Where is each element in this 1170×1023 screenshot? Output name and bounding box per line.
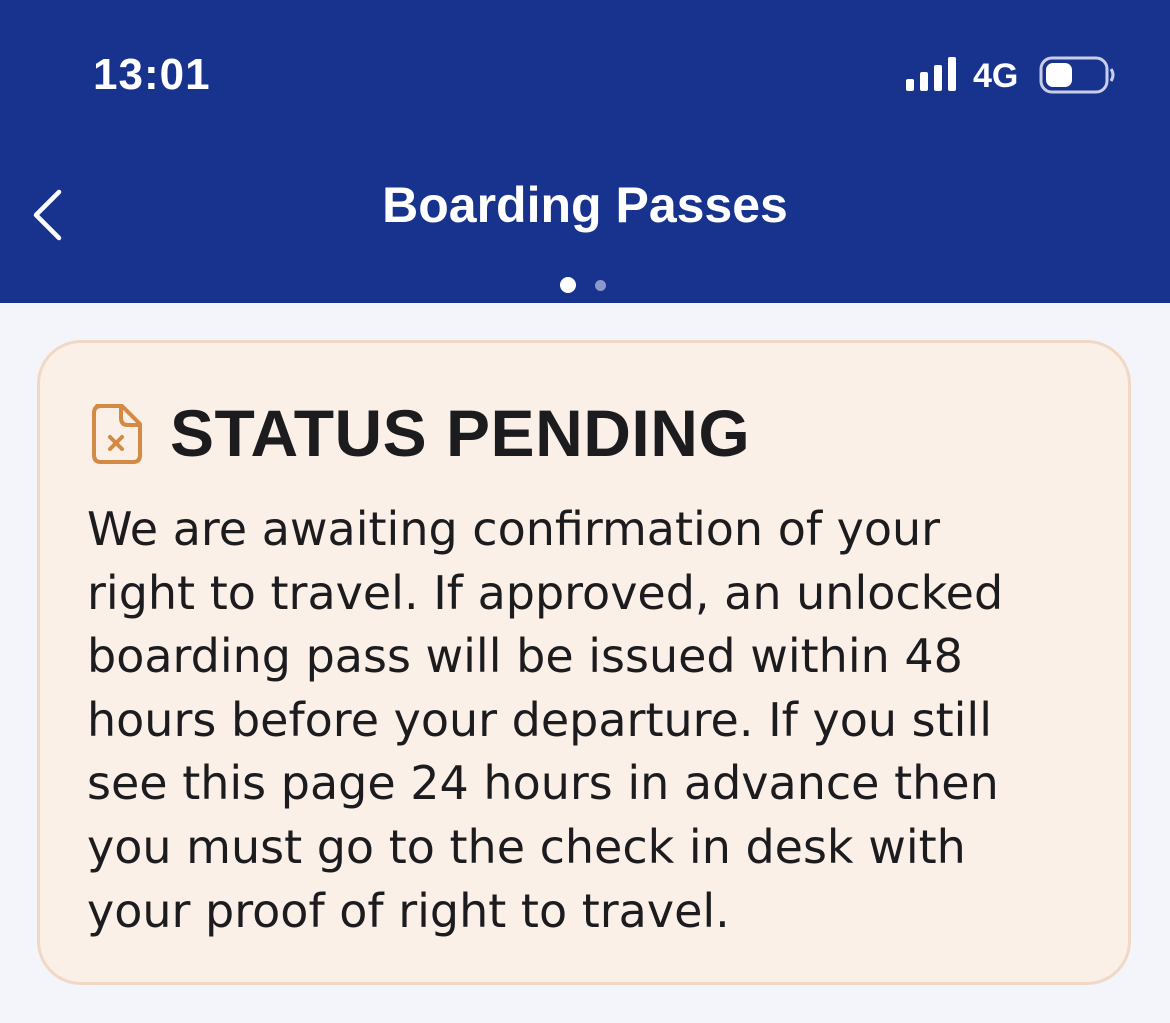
status-pending-card: STATUS PENDING We are awaiting confirmat… [37,340,1131,985]
status-bar-time: 13:01 [93,50,211,99]
cellular-signal-icon [906,57,956,91]
status-message-line: hours before your departure. If you stil… [87,692,992,747]
page-title: Boarding Passes [382,177,788,233]
battery-icon [1039,56,1115,94]
page-dot-inactive[interactable] [595,280,606,291]
network-type-label: 4G [973,57,1019,95]
page-indicator[interactable] [560,277,610,293]
status-heading: STATUS PENDING [170,396,751,470]
document-cross-icon [92,404,142,464]
status-message-line: right to travel. If approved, an unlocke… [87,565,1004,620]
status-message-line: boarding pass will be issued within 48 [87,629,963,684]
status-message-line: you must go to the check in desk with [87,819,966,874]
page-dot-active[interactable] [560,277,576,293]
status-message-line: see this page 24 hours in advance then [87,756,999,811]
app-header: 13:01 4G Boarding Passes [0,0,1170,303]
status-message-line: your proof of right to travel. [87,883,730,938]
status-message-line: We are awaiting confirmation of your [87,502,941,556]
status-message: We are awaiting confirmation of your rig… [87,498,1087,943]
